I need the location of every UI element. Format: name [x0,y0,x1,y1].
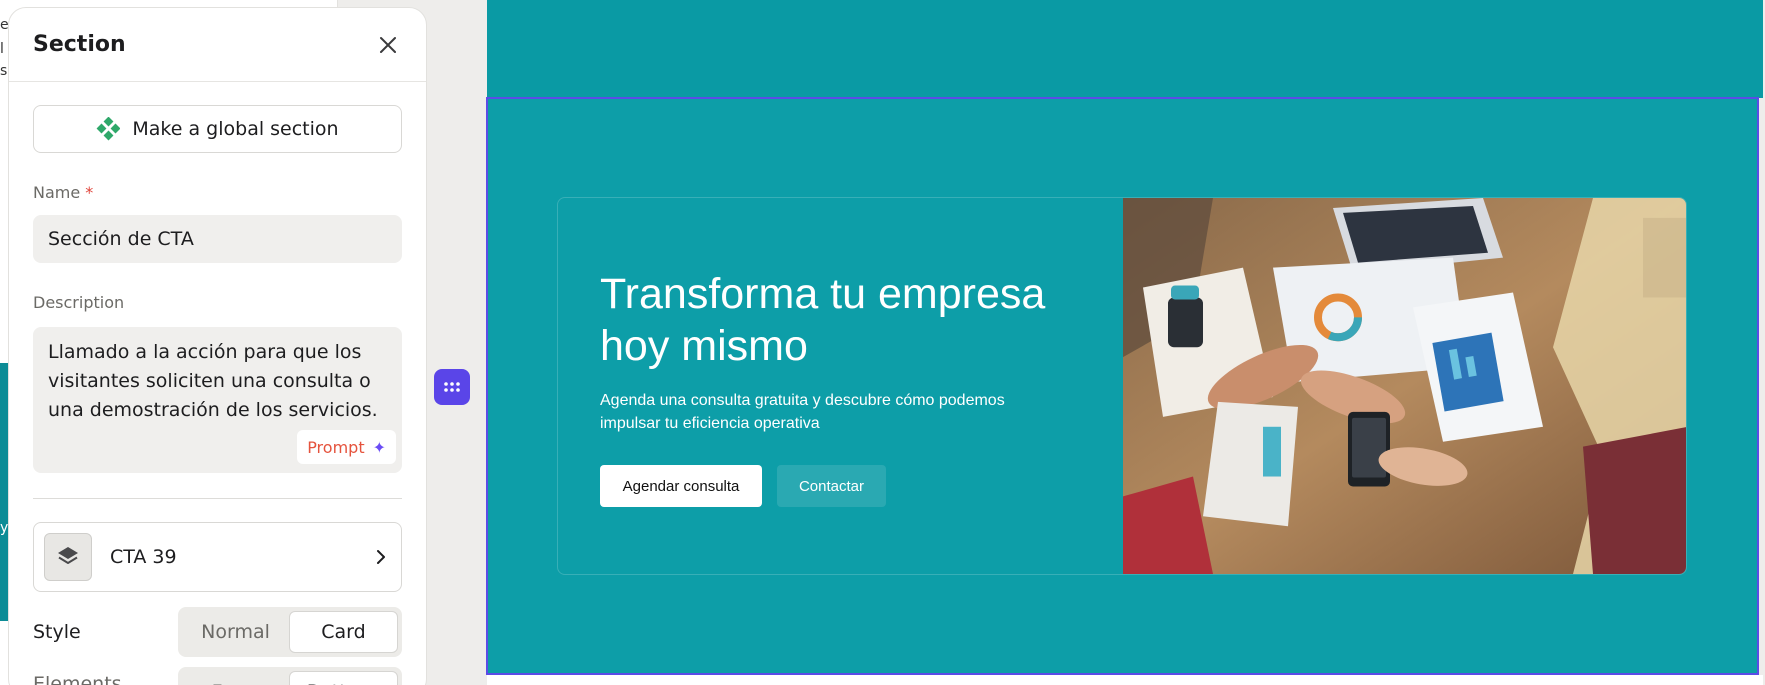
left-fragment: s [0,63,8,79]
grip-dots-icon [444,382,460,392]
section-template-selector[interactable]: CTA 39 [33,522,402,592]
divider [33,498,402,499]
chevron-right-icon [377,550,385,564]
close-icon[interactable] [376,33,400,57]
next-section [487,675,1763,685]
section-drag-handle[interactable] [434,369,470,405]
elements-option-buttons[interactable]: Buttons [289,671,398,685]
elements-option-form[interactable]: Form [182,671,289,685]
left-fragment: l [0,41,4,57]
layers-icon [44,533,92,581]
panel-title: Section [33,32,126,57]
contact-button[interactable]: Contactar [777,465,886,507]
sparkle-icon: ✦ [372,437,386,457]
description-label: Description [33,293,125,312]
style-option-card[interactable]: Card [289,611,398,653]
style-row: Style Normal Card [33,607,402,657]
previous-section[interactable] [487,0,1763,98]
make-global-section-button[interactable]: Make a global section [33,105,402,153]
elements-row: Elements Form Buttons [33,667,402,685]
elements-label: Elements [33,673,122,685]
style-label: Style [33,621,81,643]
style-segmented-control: Normal Card [178,607,402,657]
required-mark: * [85,183,94,202]
name-input[interactable]: Sección de CTA [33,215,402,263]
cta-subtitle[interactable]: Agenda una consulta gratuita y descubre … [600,389,1060,435]
team-meeting-image [1123,198,1686,574]
component-icon [96,117,121,141]
name-label: Name * [33,183,94,202]
cta-card: Transforma tu empresa hoy mismo Agenda u… [557,197,1687,575]
description-textarea[interactable]: Llamado a la acción para que los visitan… [33,327,402,473]
cta-photo[interactable] [1123,198,1686,574]
description-text: Llamado a la acción para que los visitan… [48,341,378,421]
elements-segmented-control: Form Buttons [178,667,402,685]
cta-content: Transforma tu empresa hoy mismo Agenda u… [558,198,1123,574]
prompt-label: Prompt [307,437,365,457]
template-name: CTA 39 [110,546,177,568]
cta-title[interactable]: Transforma tu empresa hoy mismo [600,268,1080,372]
make-global-section-label: Make a global section [132,118,339,140]
prompt-button[interactable]: Prompt ✦ [297,430,396,464]
schedule-consultation-button[interactable]: Agendar consulta [600,465,762,507]
style-option-normal[interactable]: Normal [182,611,289,653]
panel-header: Section [9,8,426,82]
section-panel: Section Make a global section Name * Sec… [8,7,427,685]
